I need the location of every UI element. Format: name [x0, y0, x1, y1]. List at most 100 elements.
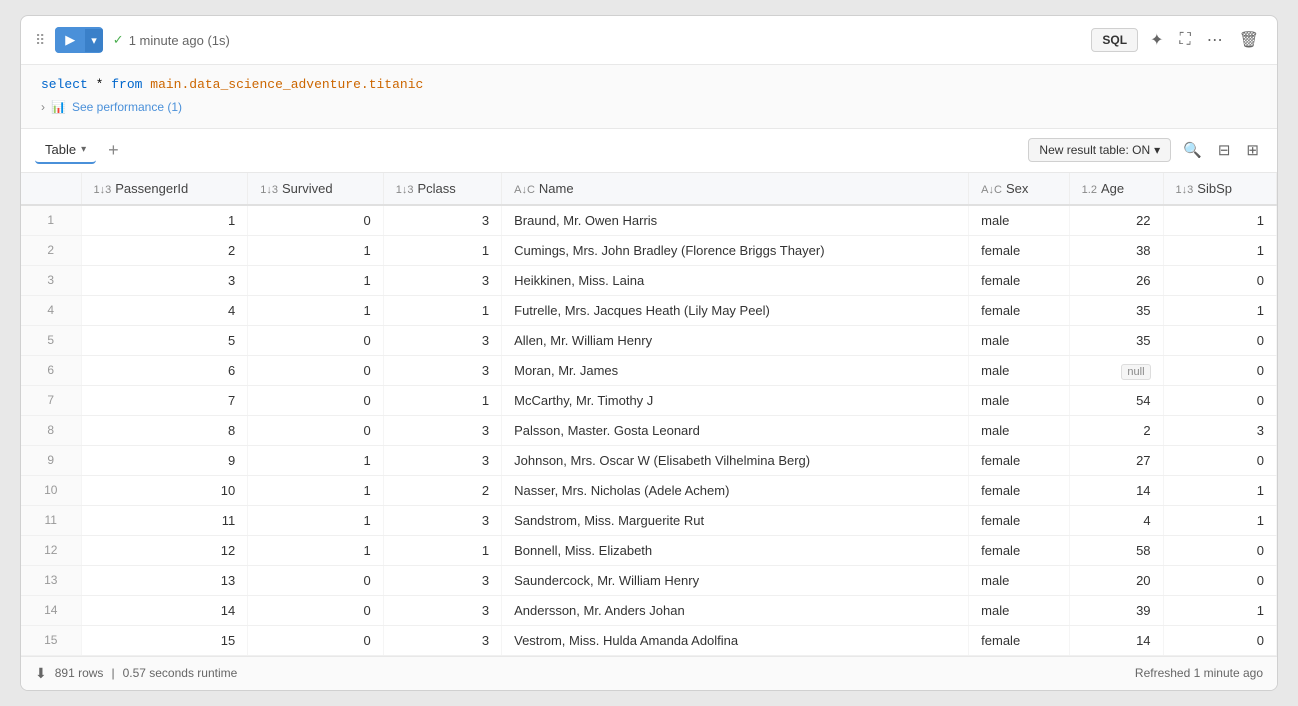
cell-sibsp: 0 [1163, 625, 1276, 655]
col-header-sibsp[interactable]: 1↓3SibSp [1163, 173, 1276, 205]
cell-rownum: 15 [21, 625, 81, 655]
cell-age: 14 [1069, 625, 1163, 655]
tab-arrow-icon: ▾ [81, 144, 86, 155]
cell-age: 4 [1069, 505, 1163, 535]
col-header-passengerid[interactable]: 1↓3PassengerId [81, 173, 248, 205]
table-row: 9913Johnson, Mrs. Oscar W (Elisabeth Vil… [21, 445, 1277, 475]
cell-passengerid: 5 [81, 325, 248, 355]
filter-button[interactable]: ⊟ [1214, 137, 1235, 163]
cell-survived: 0 [248, 355, 384, 385]
table-row: 101012Nasser, Mrs. Nicholas (Adele Achem… [21, 475, 1277, 505]
cell-survived: 0 [248, 415, 384, 445]
magic-button[interactable]: ✦ [1146, 26, 1167, 54]
cell-sibsp: 0 [1163, 535, 1276, 565]
col-header-survived[interactable]: 1↓3Survived [248, 173, 384, 205]
row-count: 891 rows [55, 666, 104, 680]
cell-survived: 0 [248, 565, 384, 595]
cell-pclass: 3 [383, 325, 501, 355]
run-button[interactable]: ▶ ▾ [55, 27, 103, 53]
cell-sibsp: 0 [1163, 385, 1276, 415]
cell-sibsp: 1 [1163, 505, 1276, 535]
table-body: 1103Braund, Mr. Owen Harrismale2212211Cu… [21, 205, 1277, 656]
sql-line: select * from main.data_science_adventur… [41, 75, 1257, 96]
cell-pclass: 3 [383, 445, 501, 475]
cell-age: 58 [1069, 535, 1163, 565]
cell-sex: female [969, 505, 1070, 535]
columns-button[interactable]: ⊞ [1242, 137, 1263, 163]
cell-name: Sandstrom, Miss. Marguerite Rut [502, 505, 969, 535]
table-tab[interactable]: Table ▾ [35, 137, 96, 164]
cell-sibsp: 1 [1163, 295, 1276, 325]
cell-survived: 0 [248, 385, 384, 415]
cell-rownum: 7 [21, 385, 81, 415]
refreshed-text: Refreshed 1 minute ago [1135, 666, 1263, 680]
table-row: 1103Braund, Mr. Owen Harrismale221 [21, 205, 1277, 236]
cell-sex: male [969, 385, 1070, 415]
cell-sex: male [969, 355, 1070, 385]
run-arrow-icon[interactable]: ▾ [85, 29, 103, 52]
sql-button[interactable]: SQL [1091, 28, 1138, 52]
sibsp-col-icon: 1↓3 [1176, 184, 1194, 196]
cell-pclass: 3 [383, 265, 501, 295]
cell-sibsp: 1 [1163, 475, 1276, 505]
table-row: 5503Allen, Mr. William Henrymale350 [21, 325, 1277, 355]
cell-passengerid: 14 [81, 595, 248, 625]
table-row: 151503Vestrom, Miss. Hulda Amanda Adolfi… [21, 625, 1277, 655]
results-header-right: New result table: ON ▾ 🔍 ⊟ ⊞ [1028, 137, 1263, 163]
cell-age: 38 [1069, 235, 1163, 265]
sql-path: main.data_science_adventure.titanic [150, 77, 423, 92]
col-header-sex[interactable]: A↓CSex [969, 173, 1070, 205]
add-tab-button[interactable]: + [104, 140, 123, 161]
cell-age: 26 [1069, 265, 1163, 295]
sex-col-icon: A↓C [981, 184, 1002, 196]
cell-sex: male [969, 595, 1070, 625]
performance-link[interactable]: See performance (1) [72, 100, 182, 114]
cell-pclass: 2 [383, 475, 501, 505]
table-row: 3313Heikkinen, Miss. Lainafemale260 [21, 265, 1277, 295]
pclass-col-icon: 1↓3 [396, 184, 414, 196]
cell-rownum: 13 [21, 565, 81, 595]
cell-rownum: 1 [21, 205, 81, 236]
cell-passengerid: 9 [81, 445, 248, 475]
cell-rownum: 5 [21, 325, 81, 355]
col-header-name[interactable]: A↓CName [502, 173, 969, 205]
toolbar-right: SQL ✦ ⛶ ⋯ 🗑 [1091, 26, 1263, 54]
download-icon[interactable]: ⬇ [35, 665, 47, 682]
cell-name: Saundercock, Mr. William Henry [502, 565, 969, 595]
col-header-pclass[interactable]: 1↓3Pclass [383, 173, 501, 205]
cell-passengerid: 8 [81, 415, 248, 445]
cell-pclass: 3 [383, 415, 501, 445]
name-col-icon: A↓C [514, 184, 535, 196]
cell-sex: male [969, 415, 1070, 445]
cell-rownum: 14 [21, 595, 81, 625]
new-result-button[interactable]: New result table: ON ▾ [1028, 138, 1171, 162]
cell-name: Palsson, Master. Gosta Leonard [502, 415, 969, 445]
cell-sex: male [969, 205, 1070, 236]
table-row: 121211Bonnell, Miss. Elizabethfemale580 [21, 535, 1277, 565]
cell-age: 14 [1069, 475, 1163, 505]
cell-name: Allen, Mr. William Henry [502, 325, 969, 355]
search-button[interactable]: 🔍 [1179, 137, 1206, 163]
cell-name: Moran, Mr. James [502, 355, 969, 385]
cell-pclass: 1 [383, 295, 501, 325]
cell-rownum: 9 [21, 445, 81, 475]
cell-survived: 0 [248, 625, 384, 655]
run-play-icon[interactable]: ▶ [55, 27, 85, 53]
cell-survived: 1 [248, 295, 384, 325]
col-header-age[interactable]: 1.2Age [1069, 173, 1163, 205]
cell-passengerid: 4 [81, 295, 248, 325]
cell-sibsp: 1 [1163, 595, 1276, 625]
expand-button[interactable]: ⛶ [1175, 27, 1194, 53]
cell-rownum: 11 [21, 505, 81, 535]
cell-passengerid: 1 [81, 205, 248, 236]
cell-passengerid: 7 [81, 385, 248, 415]
table-row: 141403Andersson, Mr. Anders Johanmale391 [21, 595, 1277, 625]
cell-pclass: 3 [383, 355, 501, 385]
cell-name: Andersson, Mr. Anders Johan [502, 595, 969, 625]
delete-button[interactable]: 🗑 [1235, 26, 1263, 54]
cell-passengerid: 11 [81, 505, 248, 535]
cell-pclass: 1 [383, 535, 501, 565]
more-button[interactable]: ⋯ [1203, 26, 1227, 54]
perf-expand-arrow[interactable]: › [41, 100, 45, 114]
cell-passengerid: 6 [81, 355, 248, 385]
